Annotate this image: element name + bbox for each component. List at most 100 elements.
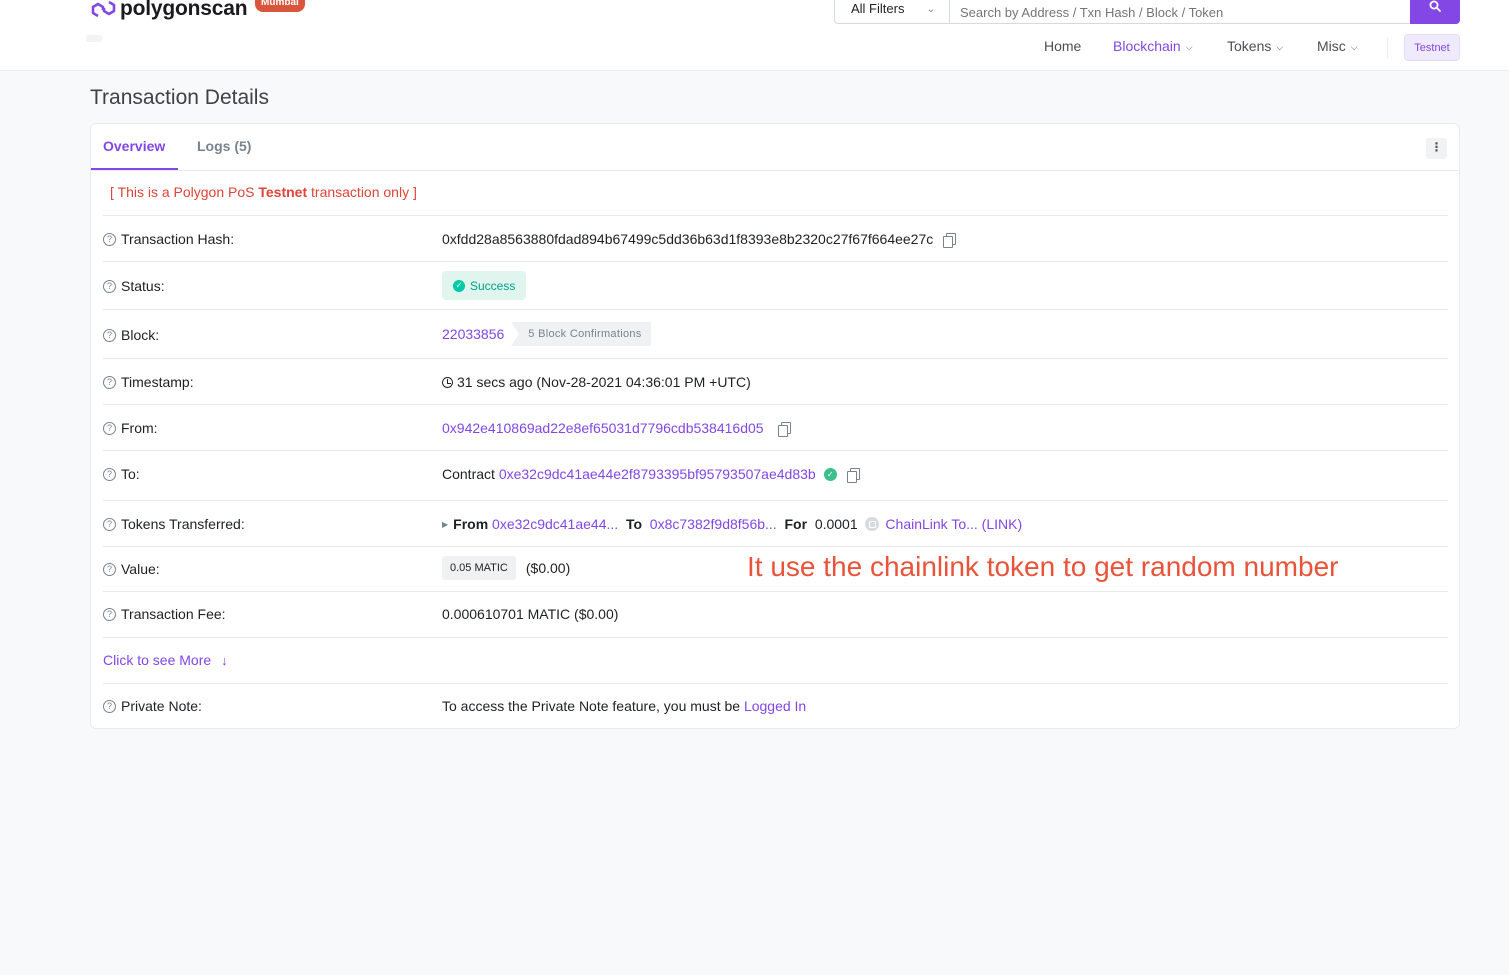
label-private-note: ? Private Note: — [103, 698, 202, 714]
token-icon — [865, 517, 880, 531]
label-text: Transaction Fee: — [121, 606, 226, 622]
status-text: Success — [470, 278, 516, 293]
help-icon[interactable]: ? — [103, 279, 116, 293]
chevron-down-icon: ⌵ — [1185, 42, 1193, 52]
testnet-notice: [ This is a Polygon PoS Testnet transact… — [110, 184, 417, 200]
label-text: Private Note: — [121, 698, 202, 714]
tx-hash-text: 0xfdd28a8563880fdad894b67499c5dd36b63d1f… — [442, 231, 934, 247]
token-name-link[interactable]: ChainLink To... (LINK) — [885, 516, 1022, 532]
header-placeholder — [86, 35, 102, 42]
help-icon[interactable]: ? — [103, 562, 116, 576]
nav-home[interactable]: Home — [1044, 38, 1081, 54]
help-icon[interactable]: ? — [103, 517, 116, 531]
value-private-note: To access the Private Note feature, you … — [442, 698, 806, 714]
token-for-label: For — [784, 516, 808, 532]
row-from: ? From: 0x942e410869ad22e8ef65031d7796cdb… — [103, 404, 1448, 450]
verified-icon: ✓ — [823, 467, 837, 481]
label-text: Transaction Hash: — [121, 231, 235, 247]
search-icon — [1429, 0, 1441, 12]
value-tx-hash: 0xfdd28a8563880fdad894b67499c5dd36b63d1f… — [442, 231, 957, 248]
copy-icon[interactable] — [846, 467, 860, 483]
arrow-down-icon: ↓ — [221, 653, 228, 668]
row-tokens-transferred: ? Tokens Transferred: ▶ From 0xe32c9dc41a… — [103, 500, 1448, 546]
search-bar: All Filters ⌄ — [834, 0, 1460, 24]
token-to-link[interactable]: 0x8c7382f9d8f56b... — [650, 516, 777, 532]
help-icon[interactable]: ? — [103, 467, 116, 481]
value-from: 0x942e410869ad22e8ef65031d7796cdb538416d… — [442, 420, 791, 437]
contract-prefix: Contract — [442, 466, 495, 482]
chevron-down-icon: ⌄ — [926, 4, 935, 15]
nav-tokens-label: Tokens — [1227, 38, 1272, 54]
label-text: To: — [121, 466, 140, 482]
value-usd: ($0.00) — [525, 560, 571, 576]
tab-bar: Overview Logs (5) ⋮ — [91, 124, 1459, 171]
testnet-button[interactable]: Testnet — [1404, 34, 1460, 61]
label-status: ? Status: — [103, 278, 165, 294]
polygonscan-logo[interactable]: polygonscan — [90, 0, 248, 22]
help-icon[interactable]: ? — [103, 328, 116, 342]
nav-misc[interactable]: Misc ⌵ — [1317, 38, 1358, 54]
confirmations-badge: 5 Block Confirmations — [511, 322, 651, 346]
search-input[interactable] — [949, 0, 1410, 24]
help-icon[interactable]: ? — [103, 421, 116, 435]
kebab-menu-icon[interactable]: ⋮ — [1426, 138, 1447, 159]
check-circle-icon: ✓ — [453, 279, 465, 292]
label-tx-hash: ? Transaction Hash: — [103, 231, 234, 247]
nav-misc-label: Misc — [1317, 38, 1346, 54]
label-fee: ? Transaction Fee: — [103, 606, 226, 622]
label-tokens: ? Tokens Transferred: — [103, 516, 245, 532]
timestamp-text: 31 secs ago (Nov-28-2021 04:36:01 PM +UT… — [457, 374, 751, 390]
row-to: ? To: Contract 0xe32c9dc41ae44e2f8793395b… — [103, 450, 1448, 500]
copy-icon[interactable] — [943, 232, 957, 248]
polygon-logo-icon — [91, 0, 116, 18]
status-badge: ✓ Success — [442, 271, 527, 300]
value-value: 0.05 MATIC ($0.00) — [442, 556, 570, 580]
value-fee: 0.000610701 MATIC ($0.00) — [442, 606, 619, 622]
row-block: ? Block: 22033856 5 Block Confirmations — [103, 309, 1448, 358]
chevron-down-icon: ⌵ — [1276, 42, 1284, 52]
row-see-more: Click to see More ↓ — [103, 637, 1448, 683]
label-text: Value: — [121, 561, 160, 577]
login-link[interactable]: Logged In — [744, 698, 806, 714]
filter-select[interactable]: All Filters ⌄ — [834, 0, 949, 24]
nav-blockchain[interactable]: Blockchain ⌵ — [1113, 38, 1193, 54]
nav-tokens[interactable]: Tokens ⌵ — [1227, 38, 1283, 54]
block-link[interactable]: 22033856 — [442, 326, 504, 342]
help-icon[interactable]: ? — [103, 607, 116, 621]
filter-label: All Filters — [851, 1, 905, 16]
annotation-text: It use the chainlink token to get random… — [747, 551, 1339, 582]
help-icon[interactable]: ? — [103, 699, 116, 713]
value-block: 22033856 5 Block Confirmations — [442, 322, 651, 346]
value-status: ✓ Success — [442, 271, 527, 300]
matic-badge: 0.05 MATIC — [442, 556, 516, 580]
search-button[interactable] — [1410, 0, 1460, 24]
label-text: Status: — [121, 278, 165, 294]
tab-overview[interactable]: Overview — [103, 138, 165, 154]
label-text: Block: — [121, 327, 160, 343]
token-to-label: To — [625, 516, 643, 532]
value-tokens: ▶ From 0xe32c9dc41ae44... To 0x8c7382f9d… — [442, 516, 1022, 532]
see-more-link[interactable]: Click to see More ↓ — [103, 652, 228, 668]
token-amount: 0.0001 — [814, 516, 858, 532]
private-note-text: To access the Private Note feature, you … — [442, 698, 741, 714]
value-to: Contract 0xe32c9dc41ae44e2f8793395bf9579… — [442, 466, 860, 483]
token-from-link[interactable]: 0xe32c9dc41ae44... — [492, 516, 618, 532]
see-more-text: Click to see More — [103, 652, 212, 668]
page-title: Transaction Details — [90, 86, 269, 109]
label-timestamp: ? Timestamp: — [103, 374, 194, 390]
label-from: ? From: — [103, 420, 158, 436]
from-address-link[interactable]: 0x942e410869ad22e8ef65031d7796cdb538416d… — [442, 420, 764, 436]
label-value: ? Value: — [103, 561, 160, 577]
caret-right-icon[interactable]: ▶ — [442, 520, 448, 529]
nav-blockchain-label: Blockchain — [1113, 38, 1181, 54]
chevron-down-icon: ⌵ — [1350, 42, 1358, 52]
token-from-label: From — [453, 516, 489, 532]
copy-icon[interactable] — [777, 421, 791, 437]
tab-logs[interactable]: Logs (5) — [197, 138, 251, 154]
label-text: Tokens Transferred: — [121, 516, 245, 532]
to-address-link[interactable]: 0xe32c9dc41ae44e2f8793395bf95793507ae4d8… — [499, 466, 816, 482]
site-header: polygonscan Mumbai All Filters ⌄ Home Bl… — [0, 0, 1509, 71]
help-icon[interactable]: ? — [103, 375, 116, 389]
row-fee: ? Transaction Fee: 0.000610701 MATIC ($0.… — [103, 591, 1448, 637]
help-icon[interactable]: ? — [103, 232, 116, 246]
